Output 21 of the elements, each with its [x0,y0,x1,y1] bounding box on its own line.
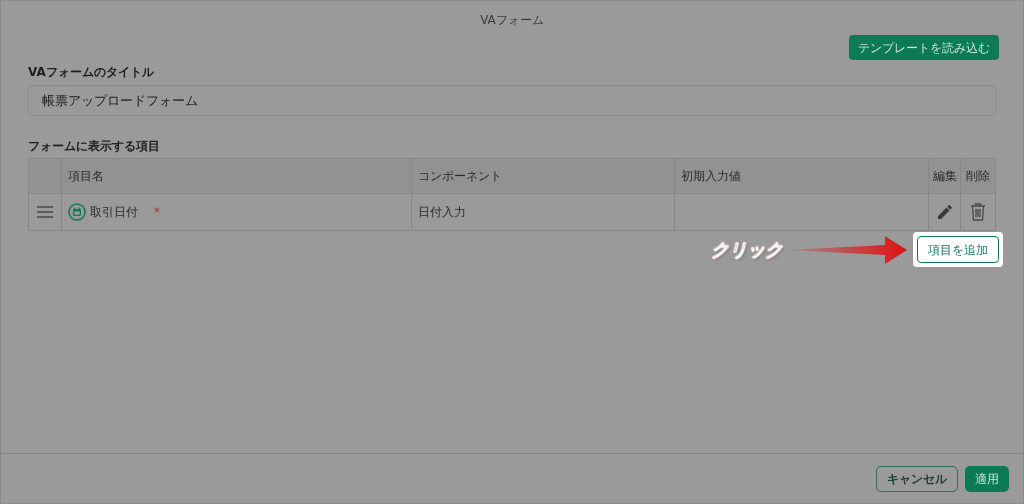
title-input-field[interactable]: 帳票アップロードフォーム [28,85,996,116]
calendar-icon [67,203,86,221]
column-header: 削除 [965,168,992,185]
dialog-title: VAフォーム [480,12,544,29]
cancel-button[interactable]: キャンセル [876,465,958,492]
apply-button[interactable]: 適用 [965,465,1009,492]
field-label: VAフォームのタイトル [28,64,155,81]
edit-icon[interactable] [937,205,952,219]
table-cell-text: 日付入力 [418,204,467,221]
trash-icon[interactable] [970,203,987,221]
drag-handle-icon[interactable] [36,206,53,218]
column-header: 編集 [929,159,962,193]
required-mark: * [153,204,160,221]
section-label: フォームに表示する項目 [28,138,161,155]
column-header: コンポーネント [412,159,675,193]
load-template-button[interactable]: テンプレートを読み込む [849,35,999,60]
add-item-button[interactable]: 項目を追加 [917,236,999,263]
column-header: 初期入力値 [674,159,930,193]
column-header: 項目名 [61,159,413,193]
annotation-text: クリック [711,238,783,262]
item-name: 取引日付 [89,204,138,221]
